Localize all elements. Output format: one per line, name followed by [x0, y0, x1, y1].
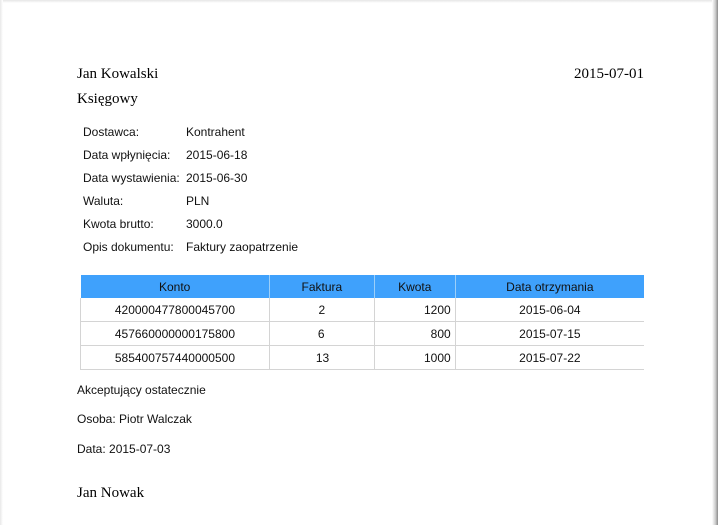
acceptance-person: Osoba: Piotr Walczak	[77, 412, 192, 426]
cell-received-date: 2015-06-04	[455, 298, 644, 322]
info-value: 2015-06-30	[186, 171, 248, 185]
info-row-issue-date: Data wystawienia: 2015-06-30	[83, 171, 298, 194]
info-label: Data wpłynięcia:	[83, 148, 171, 162]
signature-name: Jan Nowak	[77, 485, 145, 501]
document-info: Dostawca: Kontrahent Data wpłynięcia: 20…	[83, 125, 298, 263]
info-value: 2015-06-18	[186, 148, 248, 162]
table-row: 457660000000175800 6 800 2015-07-15	[80, 321, 644, 346]
table-row: 420000477800045700 2 1200 2015-06-04	[80, 298, 644, 322]
acceptance-title: Akceptujący ostatecznie	[77, 383, 206, 397]
info-label: Data wystawienia:	[83, 171, 180, 185]
page-right-shadow	[712, 0, 718, 525]
cell-account: 457660000000175800	[80, 321, 270, 346]
info-label: Waluta:	[83, 194, 124, 208]
acceptance-date: Data: 2015-07-03	[77, 442, 171, 456]
cell-received-date: 2015-07-15	[455, 321, 644, 346]
column-header-received-date: Data otrzymania	[455, 275, 644, 298]
page-top-shadow	[0, 0, 718, 3]
info-value: Faktury zaopatrzenie	[186, 240, 299, 254]
cell-invoice: 6	[269, 321, 375, 346]
cell-account: 585400757440000500	[80, 345, 270, 370]
author-role: Księgowy	[77, 91, 138, 107]
cell-invoice: 13	[269, 345, 375, 370]
cell-invoice: 2	[269, 298, 375, 322]
cell-account: 420000477800045700	[80, 298, 270, 322]
cell-amount: 1000	[374, 345, 456, 370]
column-header-amount: Kwota	[374, 275, 456, 298]
info-row-currency: Waluta: PLN	[83, 194, 298, 217]
info-label: Opis dokumentu:	[83, 240, 174, 254]
info-label: Dostawca:	[83, 125, 140, 139]
column-header-account: Konto	[80, 275, 270, 298]
document-date: 2015-07-01	[574, 66, 644, 82]
info-label: Kwota brutto:	[83, 217, 154, 231]
author-name: Jan Kowalski	[77, 66, 159, 82]
info-value: 3000.0	[186, 217, 223, 231]
cell-amount: 1200	[374, 298, 456, 322]
cell-amount: 800	[374, 321, 456, 346]
table-row: 585400757440000500 13 1000 2015-07-22	[80, 345, 644, 370]
table-header-row: Konto Faktura Kwota Data otrzymania	[80, 275, 644, 298]
document-page: { "header": { "name": "Jan Kowalski", "r…	[0, 0, 718, 525]
info-value: Kontrahent	[186, 125, 245, 139]
info-row-description: Opis dokumentu: Faktury zaopatrzenie	[83, 240, 298, 263]
page-left-shadow	[0, 0, 3, 525]
cell-received-date: 2015-07-22	[455, 345, 644, 370]
info-row-gross-amount: Kwota brutto: 3000.0	[83, 217, 298, 240]
invoice-table: Konto Faktura Kwota Data otrzymania 4200…	[80, 275, 644, 370]
info-row-received-date: Data wpłynięcia: 2015-06-18	[83, 148, 298, 171]
column-header-invoice: Faktura	[269, 275, 375, 298]
info-row-supplier: Dostawca: Kontrahent	[83, 125, 298, 148]
info-value: PLN	[186, 194, 210, 208]
